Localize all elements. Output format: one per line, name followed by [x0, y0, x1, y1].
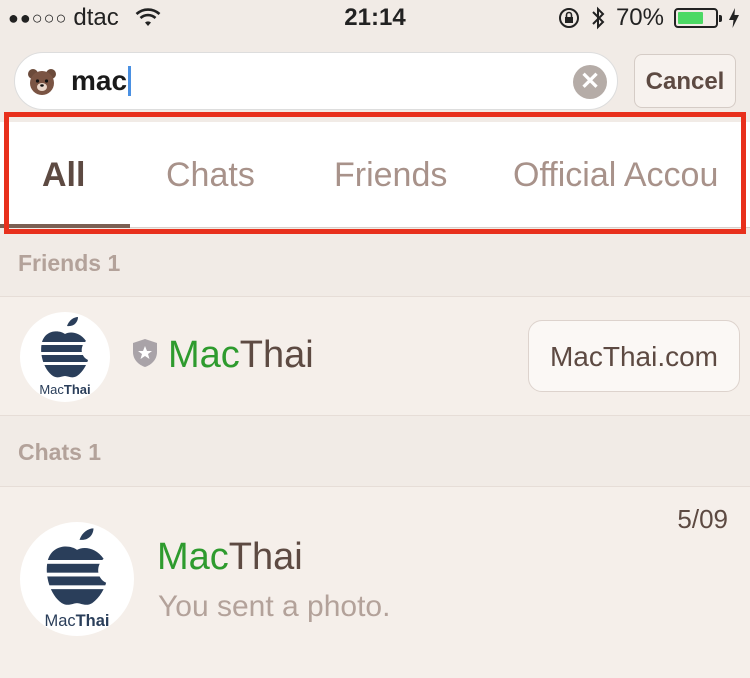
chat-preview: You sent a photo. — [158, 590, 391, 623]
brown-bear-icon — [28, 69, 56, 95]
battery-percent: 70% — [615, 4, 664, 31]
clear-icon[interactable]: ✕ — [573, 65, 607, 99]
friend-name: MacThai — [168, 334, 314, 376]
status-right: 70% — [558, 4, 740, 32]
chat-date: 5/09 — [677, 504, 728, 534]
search-field[interactable]: mac ✕ — [14, 52, 618, 110]
macthai-avatar: MacThai — [20, 312, 110, 402]
orientation-lock-icon — [558, 8, 579, 28]
status-bar: ●●○○○ dtac 21:14 70% — [0, 0, 750, 36]
cancel-button[interactable]: Cancel — [634, 54, 736, 108]
search-input[interactable]: mac — [71, 65, 132, 97]
bluetooth-icon — [592, 6, 605, 30]
chat-name: MacThai — [157, 536, 303, 578]
text-caret — [128, 65, 132, 96]
tab-friends[interactable]: Friends — [334, 156, 447, 195]
friends-section-header: Friends 1 — [18, 250, 121, 276]
tab-all[interactable]: All — [42, 156, 85, 195]
apple-logo-icon: MacThai — [37, 528, 117, 630]
charging-icon — [729, 8, 739, 28]
battery-icon — [674, 8, 722, 28]
apple-logo-icon: MacThai — [34, 317, 96, 397]
svg-text:MacThai: MacThai — [39, 382, 90, 397]
chats-section-header: Chats 1 — [18, 439, 102, 465]
battery-fill — [678, 12, 704, 24]
active-tab-indicator — [0, 224, 130, 228]
svg-text:MacThai: MacThai — [45, 612, 110, 630]
search-category-tabs: All Chats Friends Official Accou — [0, 122, 750, 228]
tab-official-accounts[interactable]: Official Accou — [513, 156, 718, 195]
tab-chats[interactable]: Chats — [166, 156, 255, 195]
verified-shield-icon — [133, 339, 157, 367]
macthai-chat-avatar: MacThai — [20, 522, 134, 636]
website-button[interactable]: MacThai.com — [528, 320, 740, 392]
